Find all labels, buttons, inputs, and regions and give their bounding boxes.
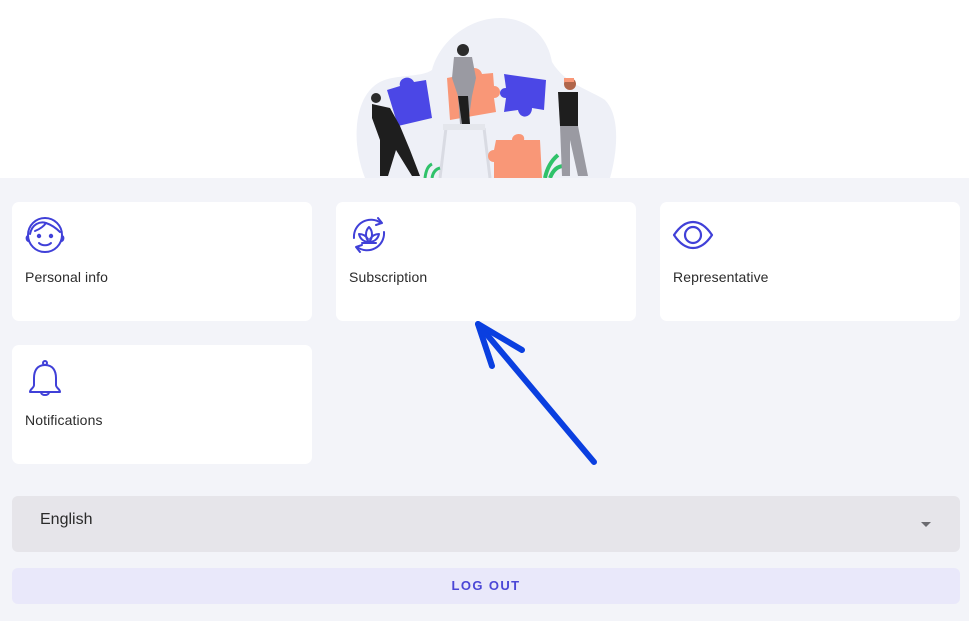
team-puzzle-illustration	[356, 18, 617, 178]
notifications-label: Notifications	[25, 412, 103, 428]
language-select[interactable]: English	[12, 496, 960, 552]
personal-info-label: Personal info	[25, 269, 109, 285]
representative-card[interactable]: Representative	[660, 202, 960, 321]
subscription-card[interactable]: Subscription	[336, 202, 636, 321]
logout-label: LOG OUT	[451, 578, 521, 593]
dropdown-caret-icon	[921, 522, 931, 527]
subscription-label: Subscription	[349, 269, 428, 285]
lotus-refresh-icon	[352, 217, 386, 253]
bell-icon	[29, 360, 61, 396]
representative-label: Representative	[673, 269, 769, 285]
logout-button[interactable]: LOG OUT	[12, 568, 960, 604]
personal-info-card[interactable]: Personal info	[12, 202, 312, 321]
eye-icon	[672, 220, 714, 250]
face-icon	[25, 217, 65, 253]
language-select-value: English	[40, 511, 93, 528]
notifications-card[interactable]: Notifications	[12, 345, 312, 464]
hero-banner	[0, 0, 969, 178]
